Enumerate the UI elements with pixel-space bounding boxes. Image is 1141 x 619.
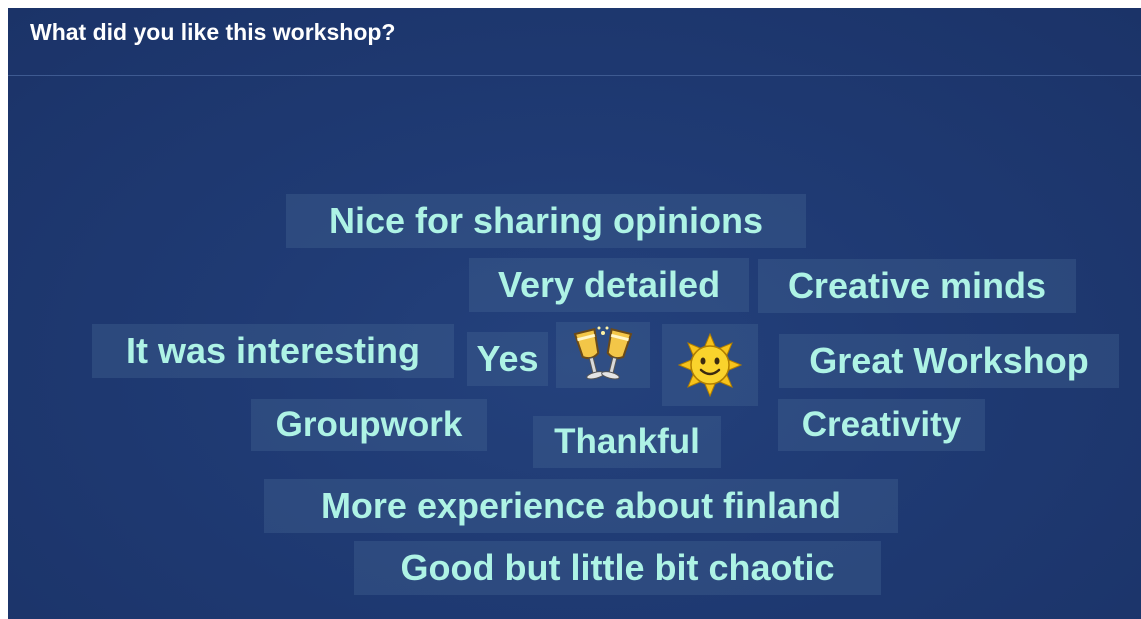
response-word: Good but little bit chaotic xyxy=(354,541,881,595)
sun-with-face-icon xyxy=(678,333,742,397)
word-cloud-slide: What did you like this workshop? Nice fo… xyxy=(8,8,1141,619)
response-word: Groupwork xyxy=(251,399,487,451)
clinking-glasses-icon xyxy=(573,326,633,380)
response-emoji xyxy=(556,322,650,388)
response-word: Creative minds xyxy=(758,259,1076,313)
response-word: Yes xyxy=(467,332,548,386)
response-word: Very detailed xyxy=(469,258,749,312)
response-word: More experience about finland xyxy=(264,479,898,533)
response-word: Creativity xyxy=(778,399,985,451)
response-emoji xyxy=(662,324,758,406)
word-cloud: Nice for sharing opinions Very detailed … xyxy=(8,8,1141,619)
response-word: Thankful xyxy=(533,416,721,468)
response-word: Great Workshop xyxy=(779,334,1119,388)
response-word: Nice for sharing opinions xyxy=(286,194,806,248)
response-word: It was interesting xyxy=(92,324,454,378)
